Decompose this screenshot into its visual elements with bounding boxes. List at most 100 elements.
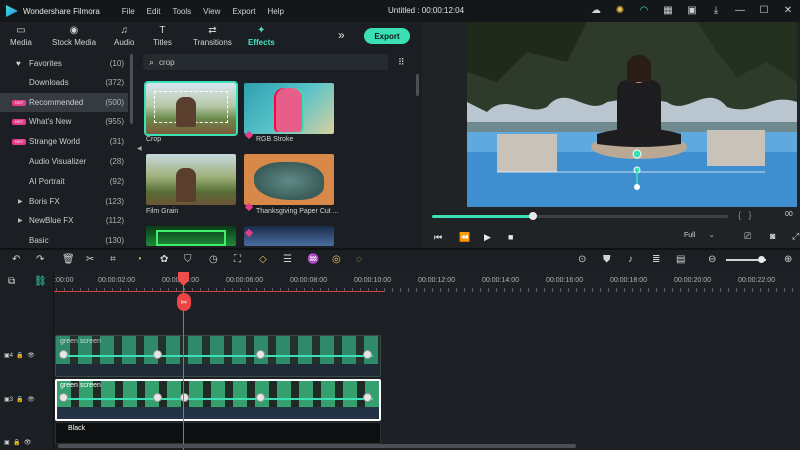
- eye-icon[interactable]: 👁: [27, 353, 35, 359]
- render-icon[interactable]: ⊙: [578, 254, 586, 266]
- marker-icon[interactable]: ⛊: [603, 254, 611, 266]
- tab-media[interactable]: ▭ Media: [10, 22, 32, 50]
- effect-thumb-thanksgiving-paper-cut[interactable]: [244, 154, 334, 205]
- adjust-icon[interactable]: ☰: [283, 254, 292, 266]
- menu-tools[interactable]: Tools: [172, 7, 191, 16]
- fit-icon[interactable]: ⛶: [234, 254, 241, 266]
- sidebar-item-audio-visualizer[interactable]: Audio Visualizer (28): [0, 152, 128, 171]
- keyframe-handle[interactable]: [256, 350, 265, 359]
- color-palette-icon[interactable]: ✿: [160, 254, 168, 266]
- cloud-icon[interactable]: ☁: [590, 4, 602, 16]
- step-back-icon[interactable]: ⏮: [434, 232, 442, 243]
- timeline-horizontal-scrollbar[interactable]: [58, 444, 576, 448]
- tab-transitions[interactable]: ⇄ Transitions: [193, 22, 232, 50]
- close-icon[interactable]: ✕: [782, 4, 794, 16]
- speed-icon[interactable]: ◔: [136, 254, 142, 266]
- sidebar-item-boris-fx[interactable]: ▶ Boris FX (123): [0, 192, 128, 211]
- library-scrollbar[interactable]: [416, 74, 419, 96]
- effect-thumb-crop[interactable]: [144, 81, 238, 136]
- add-track-icon[interactable]: ⧉: [8, 276, 15, 288]
- effect-thumb-rgb-stroke[interactable]: [244, 83, 334, 134]
- snapshot-icon[interactable]: ▤: [676, 254, 685, 266]
- minimize-icon[interactable]: —: [734, 4, 746, 16]
- effect-thumb-partial-2[interactable]: [244, 226, 334, 246]
- link-icon[interactable]: ⛓: [34, 276, 47, 288]
- more-tabs-icon[interactable]: »: [338, 28, 345, 42]
- menu-view[interactable]: View: [203, 7, 220, 16]
- split-icon[interactable]: ✂: [86, 254, 94, 266]
- clip-green-screen-track3[interactable]: [55, 379, 381, 421]
- menu-edit[interactable]: Edit: [147, 7, 161, 16]
- keyframe-handle[interactable]: [256, 393, 265, 402]
- redo-icon[interactable]: ↷: [36, 254, 44, 266]
- crop-icon[interactable]: ⌗: [110, 254, 116, 266]
- expand-arrow-icon[interactable]: ▶: [18, 198, 23, 205]
- keyframe-handle[interactable]: [153, 393, 162, 402]
- sidebar-scrollbar[interactable]: [130, 54, 133, 124]
- keyframe-handle[interactable]: [363, 393, 372, 402]
- keyframe-handle[interactable]: [363, 350, 372, 359]
- quality-select[interactable]: Full ⌄: [684, 231, 715, 239]
- effect-thumb-film-grain[interactable]: [146, 154, 236, 205]
- delete-icon[interactable]: 🗑: [62, 254, 75, 266]
- keyframe-handle[interactable]: [59, 350, 68, 359]
- zoom-out-icon[interactable]: ⊖: [708, 254, 716, 266]
- audio-wave-icon[interactable]: ♒: [307, 254, 319, 266]
- snapshot-camera-icon[interactable]: ◙: [770, 231, 775, 241]
- scrubber-handle[interactable]: [529, 212, 537, 220]
- stop-icon[interactable]: ■: [508, 232, 513, 242]
- sidebar-item-newblue-fx[interactable]: ▶ NewBlue FX (112): [0, 211, 128, 230]
- motion-track-icon[interactable]: ◎: [332, 254, 341, 266]
- lock-icon[interactable]: 🔒: [16, 353, 23, 359]
- zoom-slider-handle[interactable]: [758, 256, 765, 263]
- lock-icon[interactable]: 🔒: [13, 440, 20, 446]
- sidebar-item-recommended[interactable]: HOT Recommended (500): [0, 93, 128, 112]
- effect-thumb-partial[interactable]: [146, 226, 236, 246]
- sidebar-item-whats-new[interactable]: HOT What's New (955): [0, 112, 128, 131]
- fullscreen-icon[interactable]: ⤢: [792, 231, 799, 242]
- sidebar-item-strange-world[interactable]: HOT Strange World (31): [0, 132, 128, 151]
- lock-icon[interactable]: 🔒: [16, 397, 23, 403]
- zoom-in-icon[interactable]: ⊕: [784, 254, 792, 266]
- video-preview[interactable]: [467, 22, 797, 207]
- grid-view-icon[interactable]: ⠿: [398, 57, 405, 68]
- sidebar-item-favorites[interactable]: ♥ Favorites (10): [0, 54, 128, 73]
- keyframe-icon[interactable]: ◇: [259, 254, 267, 266]
- green-screen-icon[interactable]: ⛉: [184, 254, 192, 266]
- lightbulb-icon[interactable]: ✺: [614, 4, 626, 16]
- headset-icon[interactable]: ◠: [638, 4, 650, 16]
- maximize-icon[interactable]: ☐: [758, 4, 770, 16]
- tab-titles[interactable]: T Titles: [153, 22, 172, 50]
- mark-in-out-icon[interactable]: { }: [738, 210, 752, 220]
- collapse-sidebar-icon[interactable]: ◀: [137, 145, 142, 152]
- menu-file[interactable]: File: [122, 7, 135, 16]
- tab-effects[interactable]: ✦ Effects: [248, 22, 275, 50]
- scissors-icon[interactable]: ✂: [177, 293, 191, 311]
- clip-black[interactable]: [55, 422, 381, 444]
- menu-export[interactable]: Export: [232, 7, 255, 16]
- tab-audio[interactable]: ♫ Audio: [114, 22, 134, 50]
- grid-icon[interactable]: ▦: [662, 4, 674, 16]
- timer-icon[interactable]: ◷: [209, 254, 218, 266]
- display-settings-icon[interactable]: ⎚: [744, 231, 751, 242]
- menu-help[interactable]: Help: [267, 7, 283, 16]
- stabilize-icon[interactable]: ◌: [356, 254, 362, 266]
- effects-search-input[interactable]: ⌕ crop: [143, 54, 388, 70]
- audio-mixer-icon[interactable]: ≣: [652, 254, 660, 266]
- expand-arrow-icon[interactable]: ▶: [18, 217, 23, 224]
- preview-scrubber[interactable]: [432, 215, 728, 218]
- keyframe-handle[interactable]: [59, 393, 68, 402]
- sidebar-item-downloads[interactable]: Downloads (372): [0, 73, 128, 92]
- sidebar-item-ai-portrait[interactable]: AI Portrait (92): [0, 172, 128, 191]
- voiceover-mic-icon[interactable]: ♪: [628, 254, 633, 266]
- keyframe-handle[interactable]: [153, 350, 162, 359]
- keyframe-handle[interactable]: [180, 393, 189, 402]
- tab-stock-media[interactable]: ◉ Stock Media: [52, 22, 96, 50]
- eye-icon[interactable]: 👁: [27, 397, 35, 403]
- download-icon[interactable]: ⤓: [710, 4, 722, 16]
- play-icon[interactable]: ▶: [484, 232, 491, 243]
- save-icon[interactable]: ▣: [686, 4, 698, 16]
- eye-icon[interactable]: 👁: [24, 440, 32, 446]
- undo-icon[interactable]: ↶: [12, 254, 20, 266]
- export-button[interactable]: Export: [364, 28, 410, 44]
